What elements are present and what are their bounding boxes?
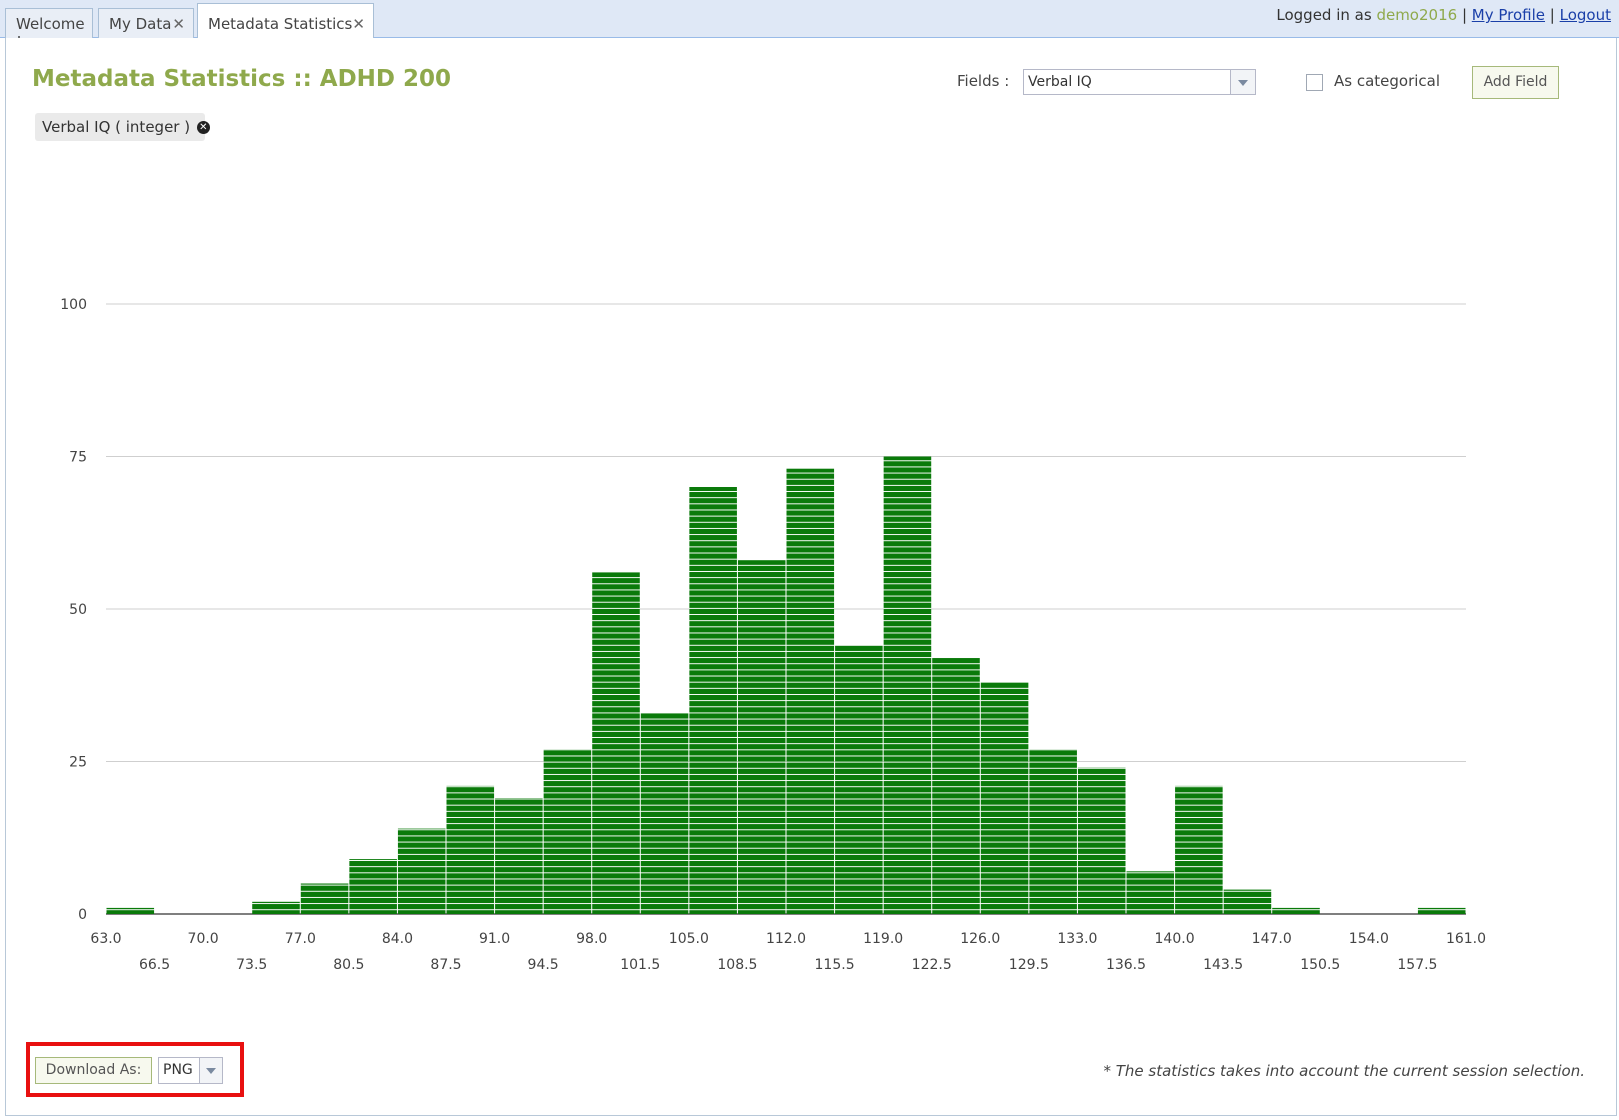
x-tick-label: 105.0 [669,931,709,947]
x-tick-label: 87.5 [430,957,461,973]
histogram-bar [737,560,786,914]
x-tick-label: 66.5 [139,957,170,973]
x-tick-label: 77.0 [285,931,316,947]
histogram-bar [592,572,640,914]
y-tick-label: 50 [69,602,87,618]
y-tick-label: 75 [69,450,87,466]
x-tick-label: 70.0 [188,931,219,947]
histogram-bar [640,712,689,914]
y-tick-label: 100 [60,297,87,313]
histogram-bar [300,883,349,914]
download-format-value: PNG [163,1062,193,1078]
x-tick-label: 63.0 [90,931,121,947]
x-tick-label: 115.5 [815,957,855,973]
histogram-bar [1126,871,1175,914]
histogram-bar [106,907,155,914]
histogram-bar [1223,889,1272,914]
histogram-bar [883,456,932,914]
session-selection-note: * The statistics takes into account the … [1103,1062,1585,1080]
x-tick-label: 98.0 [576,931,607,947]
x-tick-label: 84.0 [382,931,413,947]
histogram-chart: 0 25 50 75 100 63.0 70.0 77.0 84.0 91.0 98.0 105.0… [60,297,1486,973]
x-tick-label: 119.0 [863,931,903,947]
x-tick-label: 80.5 [333,957,364,973]
x-tick-label: 154.0 [1349,931,1389,947]
histogram-bar [835,645,883,914]
download-format-select[interactable]: PNG [158,1057,223,1084]
histogram-bar [1077,767,1126,914]
x-tick-label: 133.0 [1057,931,1097,947]
histogram-bar [446,785,495,914]
x-tick-label: 101.5 [620,957,660,973]
histogram-bar [932,657,980,914]
histogram-bar [1417,907,1466,914]
x-tick-label: 140.0 [1155,931,1195,947]
histogram-bar [1175,785,1223,914]
download-as-button[interactable]: Download As: [35,1057,152,1084]
x-tick-label: 73.5 [236,957,267,973]
histogram-bar [495,798,543,914]
chevron-down-icon[interactable] [199,1058,222,1083]
x-tick-label: 161.0 [1446,931,1486,947]
histogram-bar [543,749,592,914]
x-tick-label: 150.5 [1300,957,1340,973]
histogram-bar [397,828,446,914]
x-tick-label: 122.5 [912,957,952,973]
y-tick-label: 25 [69,755,87,771]
x-tick-label: 126.0 [960,931,1000,947]
x-tick-label: 91.0 [479,931,510,947]
x-tick-label: 129.5 [1009,957,1049,973]
x-tick-label: 157.5 [1397,957,1437,973]
histogram-bar [1272,907,1320,914]
x-tick-label: 108.5 [717,957,757,973]
histogram-bar [252,901,300,914]
x-tick-label: 147.0 [1252,931,1292,947]
histogram-bar [1029,749,1077,914]
x-tick-label: 143.5 [1203,957,1243,973]
x-tick-label: 112.0 [766,931,806,947]
histogram-bar [786,468,835,914]
x-tick-label: 94.5 [528,957,559,973]
histogram-bar [689,487,737,914]
x-tick-label: 136.5 [1106,957,1146,973]
histogram-bar [349,859,397,914]
histogram-bar [980,682,1029,914]
y-tick-label: 0 [78,907,87,923]
